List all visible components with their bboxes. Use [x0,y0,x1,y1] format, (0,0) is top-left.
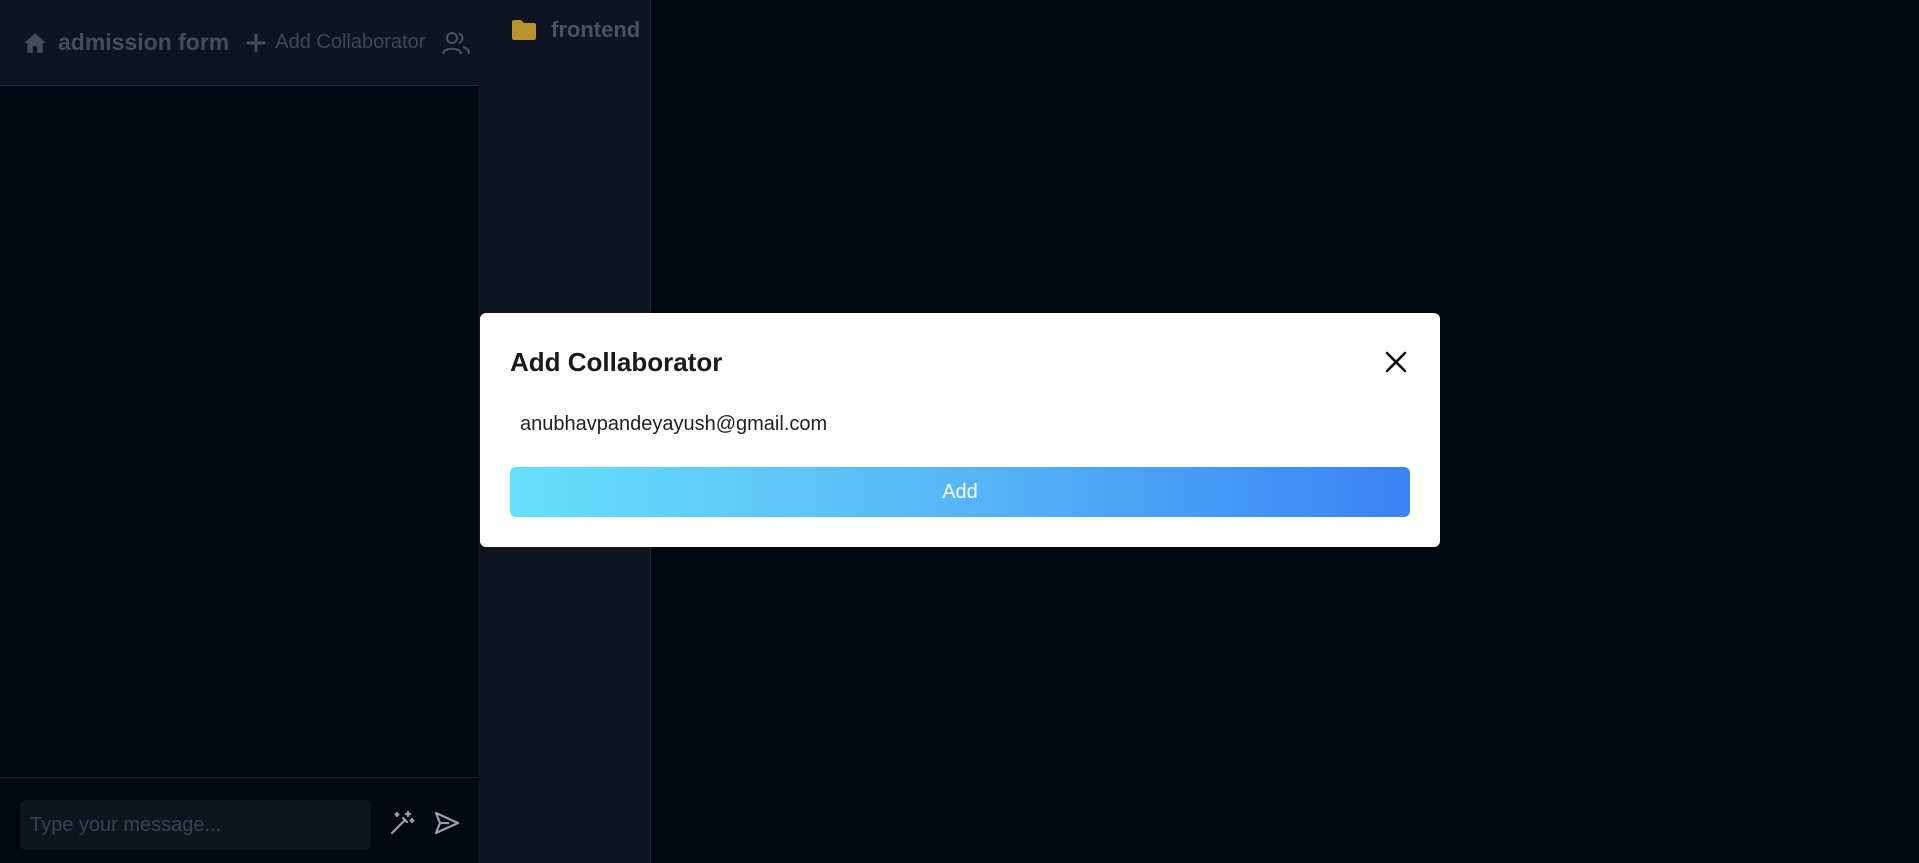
modal-title: Add Collaborator [510,347,723,377]
close-icon[interactable] [1381,347,1411,377]
collaborator-email-input[interactable] [510,406,1410,442]
add-collaborator-modal: Add Collaborator Add [480,313,1440,547]
app-root: admission form Add Collaborator Type you… [0,0,1919,863]
add-button[interactable]: Add [510,467,1410,517]
